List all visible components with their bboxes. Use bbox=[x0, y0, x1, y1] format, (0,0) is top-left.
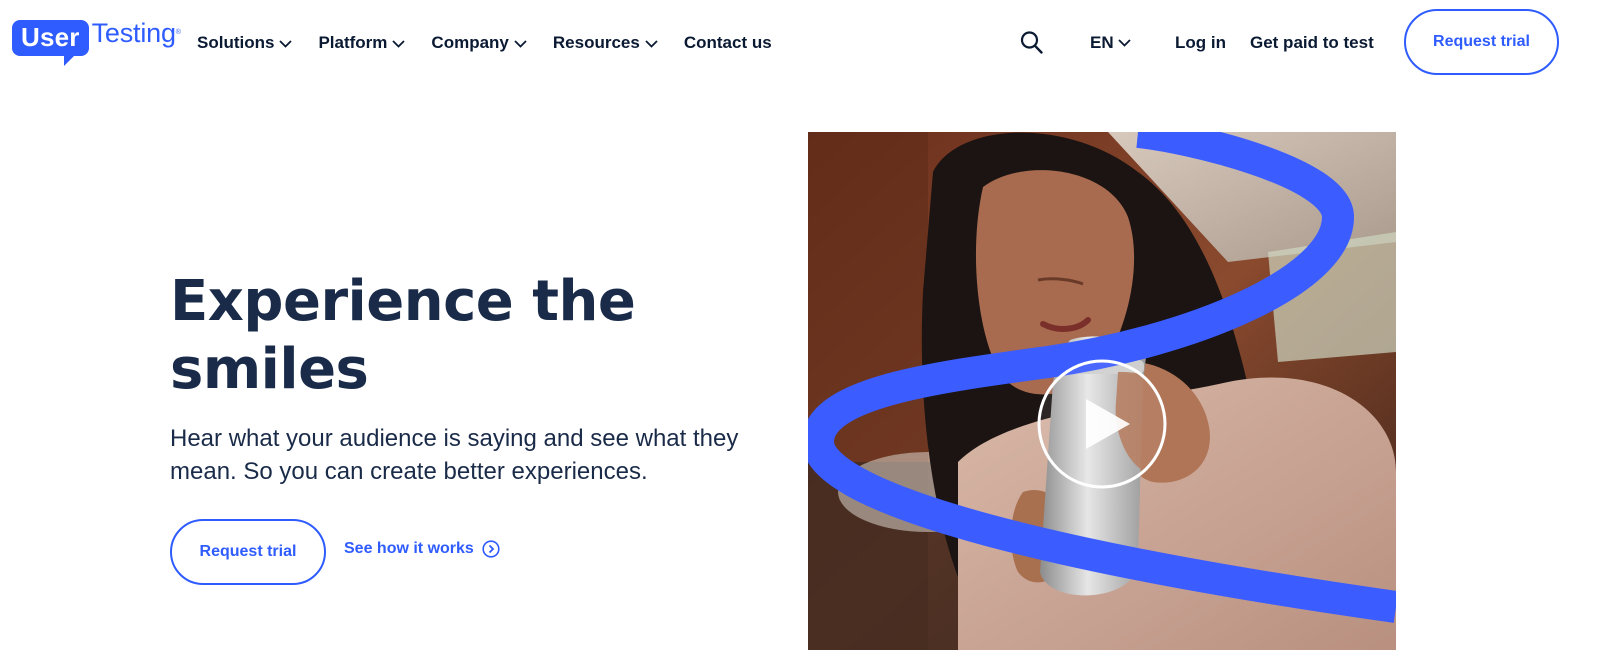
chevron-right-circle-icon bbox=[482, 540, 500, 558]
nav-item-resources[interactable]: Resources bbox=[553, 33, 658, 53]
chevron-down-icon bbox=[645, 39, 658, 48]
main-nav: Solutions Platform Company Resources Con… bbox=[197, 33, 772, 53]
chevron-down-icon bbox=[1117, 39, 1131, 47]
hero-subtitle: Hear what your audience is saying and se… bbox=[170, 425, 739, 485]
nav-item-platform[interactable]: Platform bbox=[318, 33, 406, 53]
logo-registered-mark: ® bbox=[175, 29, 181, 36]
nav-item-label: Contact us bbox=[683, 33, 772, 52]
site-header: User Testing® Solutions Platform Company… bbox=[0, 0, 1600, 88]
hero-video[interactable] bbox=[808, 132, 1396, 650]
nav-item-label: Company bbox=[431, 33, 509, 52]
play-icon[interactable] bbox=[1037, 359, 1167, 489]
nav-item-solutions[interactable]: Solutions bbox=[197, 33, 293, 53]
nav-item-company[interactable]: Company bbox=[431, 33, 527, 53]
hero-request-trial-button[interactable]: Request trial bbox=[170, 519, 326, 585]
header-request-trial-button[interactable]: Request trial bbox=[1404, 9, 1559, 75]
nav-item-label: Platform bbox=[318, 33, 388, 52]
nav-item-label: Resources bbox=[552, 33, 640, 52]
hero-title: Experience the smiles bbox=[170, 269, 636, 402]
chevron-down-icon bbox=[392, 39, 406, 48]
language-selector[interactable]: EN bbox=[1090, 33, 1131, 53]
chevron-down-icon bbox=[514, 39, 527, 48]
see-how-it-works-link[interactable]: See how it works bbox=[344, 540, 500, 558]
logo-testing-word: Testing bbox=[91, 18, 176, 48]
see-how-it-works-label: See how it works bbox=[344, 540, 474, 557]
logo-user-text: User bbox=[12, 20, 89, 66]
usertesting-logo[interactable]: User Testing® bbox=[12, 18, 181, 66]
nav-item-label: Solutions bbox=[197, 33, 275, 52]
search-icon[interactable] bbox=[1020, 30, 1044, 56]
language-label: EN bbox=[1090, 33, 1114, 52]
get-paid-to-test-link[interactable]: Get paid to test bbox=[1250, 33, 1374, 53]
nav-item-contact-us[interactable]: Contact us bbox=[684, 33, 772, 53]
logo-testing-text: Testing® bbox=[92, 18, 181, 48]
login-link[interactable]: Log in bbox=[1175, 33, 1226, 53]
chevron-down-icon bbox=[279, 39, 293, 48]
